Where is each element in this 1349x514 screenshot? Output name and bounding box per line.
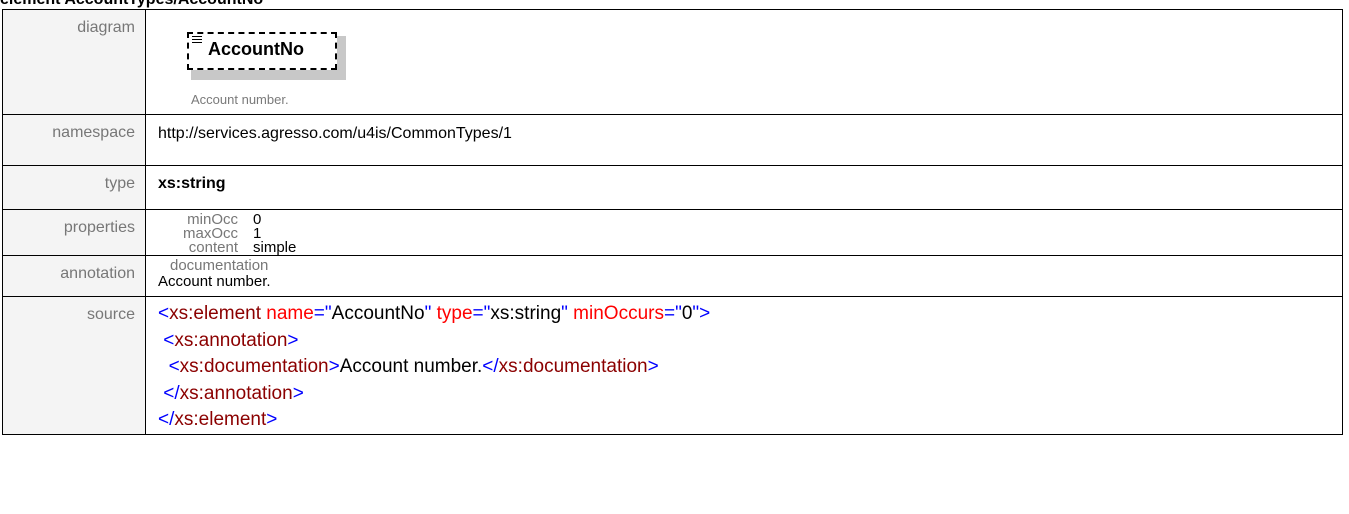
source-row: source <xs:element name="AccountNo" type… [2,296,1343,435]
xml-tag-name: xs:annotation [174,329,288,351]
type-row: type xs:string [2,165,1343,210]
xml-bracket: < [168,356,180,377]
xml-equals: =" [663,303,682,324]
row-label-type: type [2,165,146,210]
prop-value-minocc: 0 [253,211,262,228]
source-code: <xs:element name="AccountNo" type="xs:st… [158,297,1342,434]
xml-bracket: "> [692,303,711,324]
xml-bracket: </ [158,409,175,430]
element-name: AccountNo [208,39,304,59]
xml-quote: " [424,303,432,324]
xml-attr-value: 0 [681,303,693,324]
row-label-namespace: namespace [2,114,146,166]
prop-key-content: content [188,239,238,256]
xml-tag-name: xs:element [169,303,261,324]
xml-attr-value: xs:string [490,303,562,324]
annotation-key: documentation [170,257,269,274]
annotation-value: Account number. [158,273,271,290]
element-box[interactable]: AccountNo [187,32,337,70]
diagram-cell: AccountNo Account number. [145,9,1343,115]
xml-text: Account number. [339,356,483,377]
element-diagram: AccountNo Account number. [158,10,1342,114]
xml-tag-name: xs:documentation [498,356,648,377]
sequence-lines-icon [192,36,202,44]
xml-bracket: > [328,356,340,377]
xml-tag-name: xs:annotation [179,382,293,404]
element-doc-table: diagram AccountNo Account number. namesp… [2,9,1343,435]
source-line-5: </xs:element> [158,407,1342,434]
row-label-annotation: annotation [2,255,146,297]
annotation-cell: documentation Account number. [145,255,1343,297]
xml-equals: =" [313,303,332,324]
xml-bracket: < [163,329,175,351]
xml-tag-name: xs:element [174,409,267,430]
row-label-properties: properties [2,209,146,256]
page-heading: element AccountTypes/AccountNo [0,0,263,9]
element-doc-text: Account number. [191,92,289,107]
prop-value-content: simple [253,239,297,256]
source-cell: <xs:element name="AccountNo" type="xs:st… [145,296,1343,435]
properties-grid: minOcc 0 maxOcc 1 content simple [158,210,1342,255]
properties-cell: minOcc 0 maxOcc 1 content simple [145,209,1343,256]
xml-bracket: > [647,356,659,377]
prop-value-maxocc: 1 [253,225,262,242]
namespace-value: http://services.agresso.com/u4is/CommonT… [145,114,1343,166]
xml-attr-value: AccountNo [331,303,425,324]
xml-tag-name: xs:documentation [179,356,329,377]
source-line-4: </xs:annotation> [158,381,1342,408]
xml-attr-name: type [436,303,473,324]
xml-bracket: > [287,329,299,351]
xml-attr-name: minOccurs [573,303,664,324]
xml-bracket: </ [482,356,499,377]
source-line-1: <xs:element name="AccountNo" type="xs:st… [158,301,1342,328]
row-label-source: source [2,296,146,435]
xml-bracket: > [292,382,304,404]
source-line-2: <xs:annotation> [158,328,1342,355]
properties-row: properties minOcc 0 maxOcc 1 content sim… [2,209,1343,256]
row-label-diagram: diagram [2,9,146,115]
xml-equals: =" [472,303,491,324]
namespace-row: namespace http://services.agresso.com/u4… [2,114,1343,166]
annotation-row: annotation documentation Account number. [2,255,1343,297]
source-line-3: <xs:documentation>Account number.</xs:do… [158,354,1342,381]
xml-quote: " [561,303,568,324]
type-value[interactable]: xs:string [145,165,1343,210]
xml-bracket: > [266,409,278,430]
xml-bracket: < [158,303,170,324]
diagram-row: diagram AccountNo Account number. [2,9,1343,115]
xml-attr-name: name [266,303,314,324]
xml-bracket: </ [163,382,180,404]
